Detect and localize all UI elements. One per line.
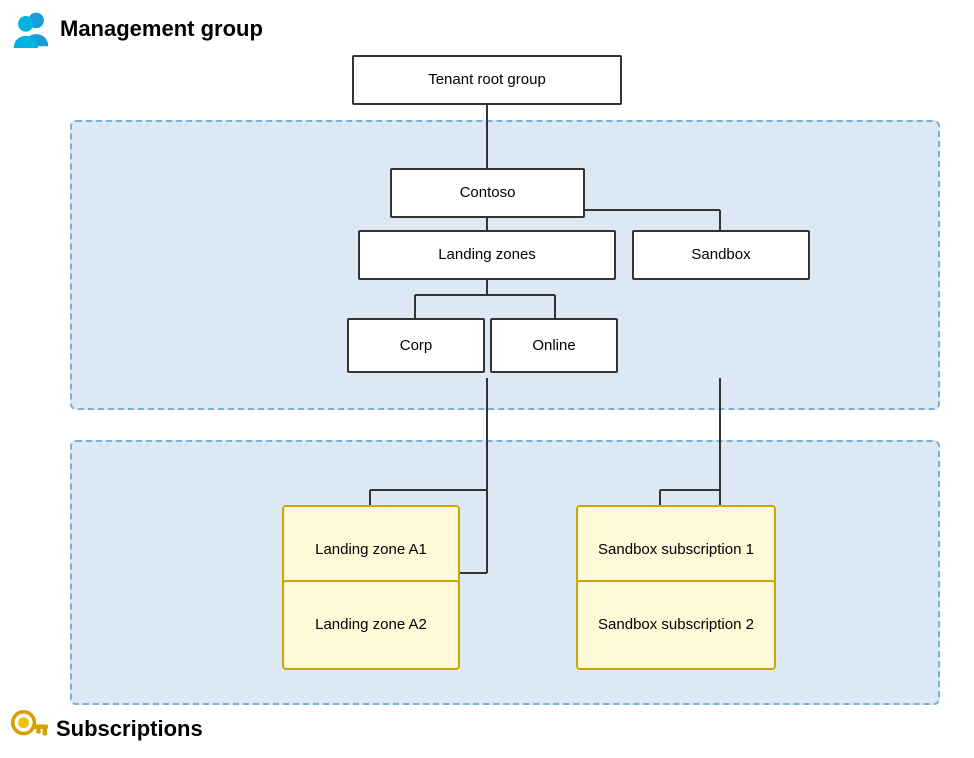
tenant-root-node: Tenant root group xyxy=(352,55,622,105)
contoso-node: Contoso xyxy=(390,168,585,218)
key-icon xyxy=(10,710,48,748)
management-group-text: Management group xyxy=(60,16,263,42)
landing-zones-node: Landing zones xyxy=(358,230,616,280)
users-icon xyxy=(10,10,52,48)
online-node: Online xyxy=(490,318,618,373)
corp-node: Corp xyxy=(347,318,485,373)
sandbox-node: Sandbox xyxy=(632,230,810,280)
subscriptions-box xyxy=(70,440,940,705)
subscriptions-text: Subscriptions xyxy=(56,716,203,742)
sandbox-sub2-node: Sandbox subscription 2 xyxy=(576,580,776,670)
landing-zone-a2-node: Landing zone A2 xyxy=(282,580,460,670)
diagram-container: Management group xyxy=(0,0,974,758)
management-group-label: Management group xyxy=(10,10,263,48)
subscriptions-label: Subscriptions xyxy=(10,710,203,748)
